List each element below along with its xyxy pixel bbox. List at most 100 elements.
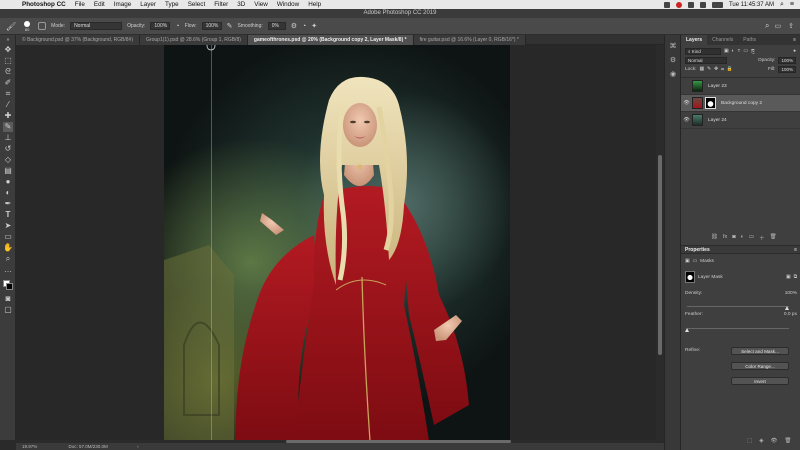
- pressure-size-icon[interactable]: ◔: [302, 23, 306, 30]
- doc-size[interactable]: Doc: 57.0M/230.0M: [69, 444, 108, 449]
- layer-name[interactable]: Layer 24: [708, 118, 727, 123]
- filter-type-icon[interactable]: T: [737, 49, 740, 54]
- vector-mask-icon[interactable]: ▭: [693, 259, 698, 264]
- tab-fire-guitar[interactable]: fire guitar.psd @ 16.6% (Layer 0, RGB/16…: [413, 35, 526, 45]
- blur-tool-icon[interactable]: ●: [3, 177, 13, 187]
- gradient-tool-icon[interactable]: ▤: [3, 166, 13, 176]
- history-brush-tool-icon[interactable]: ↺: [3, 144, 13, 154]
- pixel-mask-icon[interactable]: ▣: [685, 259, 690, 264]
- apply-mask-icon[interactable]: ◈: [759, 438, 763, 444]
- add-vector-mask-icon[interactable]: ⧉: [794, 274, 797, 280]
- pressure-opacity-icon[interactable]: ◔: [175, 23, 179, 30]
- select-and-mask-button[interactable]: Select and Mask...: [731, 347, 789, 355]
- lock-all-icon[interactable]: 🔒: [727, 67, 733, 72]
- filter-toggle-icon[interactable]: ●: [793, 49, 796, 54]
- layer-row[interactable]: 👁 Background copy 2: [681, 95, 800, 112]
- more-tools-icon[interactable]: …: [3, 265, 13, 275]
- quick-select-tool-icon[interactable]: ✐: [3, 78, 13, 88]
- tab-paths[interactable]: Paths: [738, 35, 761, 45]
- record-icon[interactable]: [675, 1, 682, 8]
- symmetry-icon[interactable]: ✦: [311, 22, 317, 30]
- tab-layers[interactable]: Layers: [681, 35, 708, 45]
- layer-row[interactable]: Layer 23: [681, 78, 800, 95]
- tab-background[interactable]: © Background.psd @ 37% (Background, RGB/…: [16, 35, 141, 45]
- layer-opacity-field[interactable]: 100%: [778, 57, 796, 64]
- clock[interactable]: Tue 11:45:37 AM: [729, 2, 774, 8]
- hand-tool-icon[interactable]: ✋: [3, 243, 13, 253]
- app-menu[interactable]: Photoshop CC: [22, 1, 66, 8]
- brush-settings-icon[interactable]: [38, 22, 47, 30]
- eye-icon[interactable]: 👁: [681, 117, 692, 123]
- smoothing-field[interactable]: 0%: [267, 22, 286, 30]
- search-icon[interactable]: ⌕: [780, 1, 784, 9]
- screen-mode-icon[interactable]: ▢: [3, 305, 13, 315]
- clone-stamp-tool-icon[interactable]: ⊥: [3, 133, 13, 143]
- menu-file[interactable]: File: [75, 1, 85, 8]
- tab-group1[interactable]: Group1(1).psd @ 28.6% (Group 1, RGB/8): [140, 35, 248, 45]
- feather-slider[interactable]: [687, 328, 789, 329]
- lock-move-icon[interactable]: ✥: [714, 67, 718, 72]
- select-pixel-mask-icon[interactable]: ▣: [786, 275, 791, 280]
- lock-pixels-icon[interactable]: ▦: [699, 67, 704, 72]
- flow-field[interactable]: 100%: [201, 22, 222, 30]
- feather-slider-knob[interactable]: [684, 328, 689, 332]
- status-menu-icon[interactable]: ›: [137, 444, 139, 449]
- layer-name[interactable]: Layer 23: [708, 84, 727, 89]
- dodge-tool-icon[interactable]: ◐: [3, 188, 13, 198]
- layer-row[interactable]: 👁 Layer 24: [681, 112, 800, 129]
- collapse-icon[interactable]: »: [3, 35, 13, 45]
- eye-icon[interactable]: 👁: [681, 100, 692, 106]
- lock-artboard-icon[interactable]: ⌗: [721, 67, 724, 73]
- eyedropper-tool-icon[interactable]: ⁄: [3, 100, 13, 110]
- menu-edit[interactable]: Edit: [94, 1, 105, 8]
- feather-value[interactable]: 0.0 px: [784, 312, 797, 317]
- folder-icon[interactable]: ▭: [749, 234, 754, 242]
- menu-3d[interactable]: 3D: [237, 1, 245, 8]
- fx-icon[interactable]: fx: [723, 234, 727, 242]
- new-layer-icon[interactable]: ＋: [759, 234, 765, 242]
- quick-mask-icon[interactable]: ◙: [3, 294, 13, 304]
- filter-pixel-icon[interactable]: ▣: [724, 49, 729, 54]
- pen-tool-icon[interactable]: ✒: [3, 199, 13, 209]
- menu-filter[interactable]: Filter: [214, 1, 228, 8]
- tab-channels[interactable]: Channels: [707, 35, 738, 45]
- load-selection-icon[interactable]: ⬚: [747, 438, 752, 444]
- visibility-icon[interactable]: 👁: [770, 438, 777, 444]
- link-icon[interactable]: ⛓: [711, 234, 718, 242]
- shape-tool-icon[interactable]: ▭: [3, 232, 13, 242]
- healing-tool-icon[interactable]: ✚: [3, 111, 13, 121]
- density-value[interactable]: 100%: [785, 291, 797, 296]
- menu-select[interactable]: Select: [188, 1, 206, 8]
- battery-icon[interactable]: [711, 1, 723, 8]
- zoom-tool-icon[interactable]: ⌕: [3, 254, 13, 264]
- vertical-scrollbar[interactable]: [656, 45, 664, 440]
- airbrush-icon[interactable]: ✎: [227, 22, 233, 30]
- volume-icon[interactable]: [699, 1, 706, 8]
- adjustment-icon[interactable]: ◐: [741, 234, 744, 242]
- dropbox-icon[interactable]: [663, 1, 670, 8]
- lasso-tool-icon[interactable]: ᘓ: [3, 67, 13, 77]
- share-icon[interactable]: ⇪: [788, 22, 794, 30]
- crop-tool-icon[interactable]: ⌗: [3, 89, 13, 99]
- scroll-thumb[interactable]: [658, 155, 662, 355]
- menu-layer[interactable]: Layer: [140, 1, 156, 8]
- menu-type[interactable]: Type: [165, 1, 179, 8]
- kind-filter[interactable]: ⌕ Kind: [685, 48, 721, 55]
- wifi-icon[interactable]: [687, 1, 694, 8]
- filter-shape-icon[interactable]: ▭: [743, 49, 748, 54]
- menu-list-icon[interactable]: ≡: [790, 1, 794, 8]
- filter-smart-icon[interactable]: ⎘: [751, 49, 755, 55]
- history-icon[interactable]: ⌘: [669, 43, 677, 51]
- density-slider-knob[interactable]: [784, 306, 789, 310]
- zoom-level[interactable]: 19.97%: [22, 444, 37, 449]
- move-tool-icon[interactable]: ✥: [3, 45, 13, 55]
- layer-name[interactable]: Background copy 2: [721, 101, 762, 106]
- lock-paint-icon[interactable]: ✎: [707, 67, 711, 72]
- eraser-tool-icon[interactable]: ◇: [3, 155, 13, 165]
- menu-window[interactable]: Window: [277, 1, 299, 8]
- path-select-tool-icon[interactable]: ➤: [3, 221, 13, 231]
- mask-thumbnail[interactable]: [685, 271, 695, 283]
- brush-tool-icon[interactable]: 🖌: [6, 22, 16, 31]
- type-tool-icon[interactable]: T: [3, 210, 13, 220]
- background-color-swatch[interactable]: [6, 283, 13, 290]
